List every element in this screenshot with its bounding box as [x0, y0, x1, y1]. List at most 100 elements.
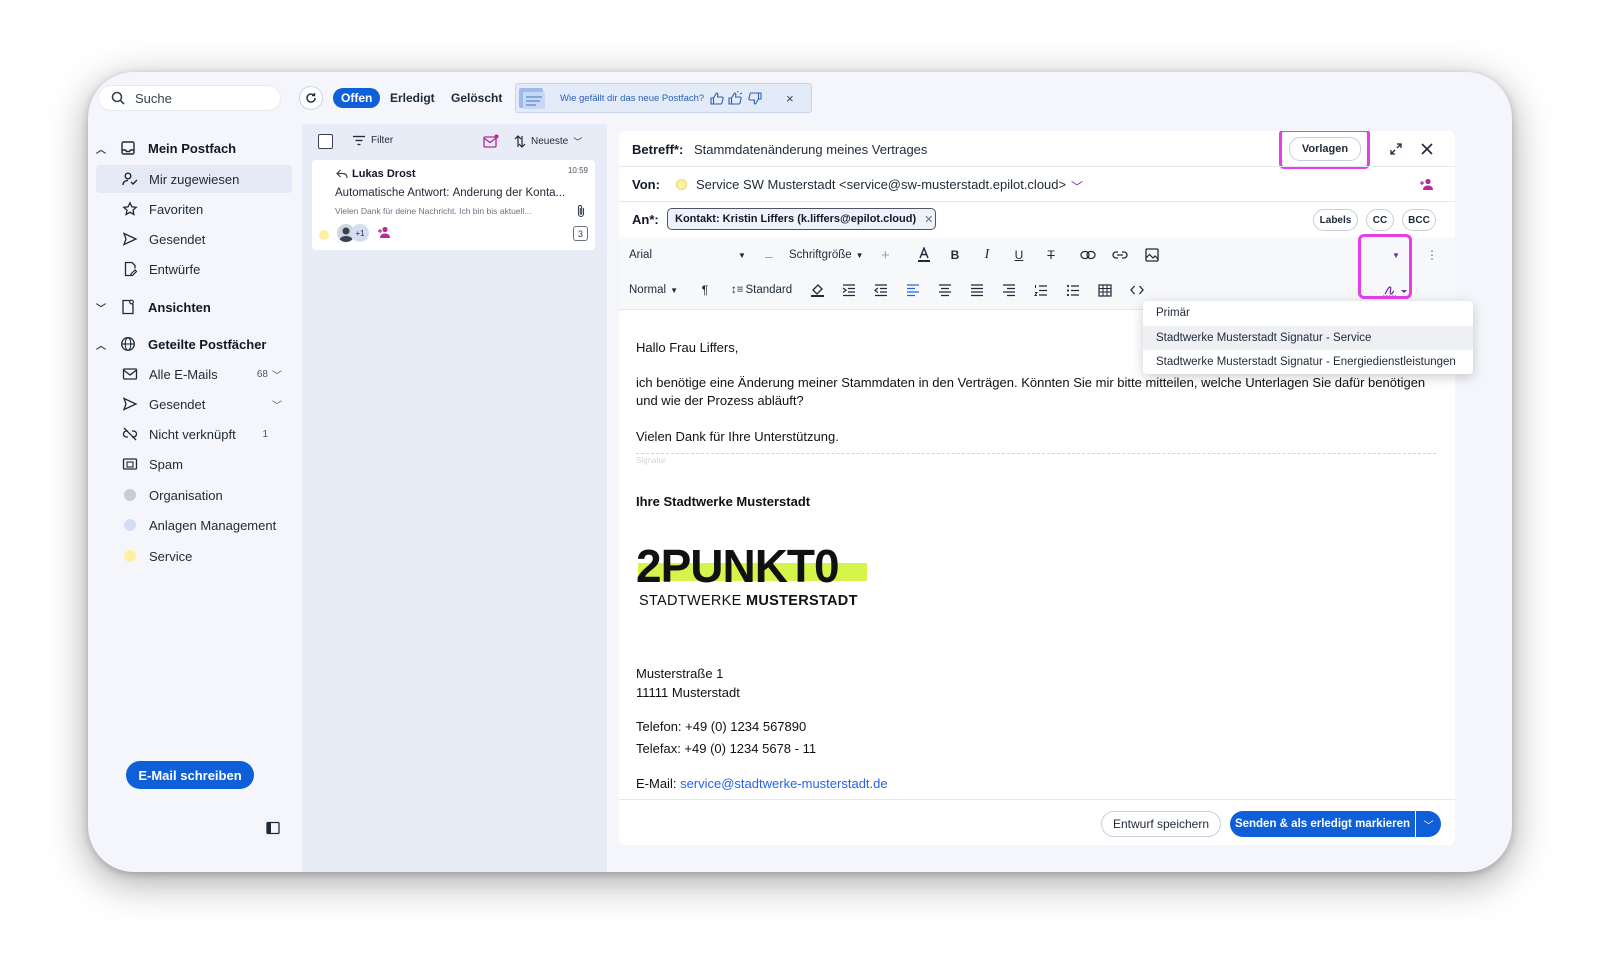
sort-icon [514, 135, 526, 148]
italic-icon[interactable]: I [978, 246, 996, 264]
recipient-chip[interactable]: Kontakt: Kristin Liffers (k.liffers@epil… [667, 208, 936, 230]
align-justify-icon[interactable] [968, 281, 986, 299]
spam-icon [122, 456, 138, 472]
underline-icon[interactable]: U [1010, 246, 1028, 264]
expand-icon[interactable] [1389, 142, 1403, 156]
sort-button[interactable]: Neueste ﹀ [514, 135, 582, 148]
signature-option-service[interactable]: Stadtwerke Musterstadt Signatur - Servic… [1143, 325, 1473, 350]
section-shared-mailboxes[interactable]: ︿ Geteilte Postfächer [96, 330, 267, 358]
tab-open[interactable]: Offen [333, 88, 381, 108]
font-family-select[interactable]: Arial ▼ [629, 249, 746, 261]
font-size-select[interactable]: Schriftgröße ▼ [789, 249, 864, 261]
thumbs-up-icon[interactable] [710, 91, 724, 105]
chevron-down-icon[interactable]: ﹀ [272, 397, 282, 412]
align-left-icon[interactable] [904, 281, 922, 299]
sidebar-item-spam[interactable]: Spam [96, 450, 292, 478]
table-icon[interactable] [1096, 281, 1114, 299]
body-greeting[interactable]: Hallo Frau Liffers, [636, 339, 738, 357]
sidebar-item-all-mails[interactable]: Alle E-Mails 68 ﹀ [96, 360, 292, 388]
section-views[interactable]: ﹀ Ansichten [96, 293, 211, 321]
refresh-button[interactable] [299, 86, 323, 110]
highlight-color-icon[interactable] [808, 281, 826, 299]
add-recipient-icon[interactable] [1419, 178, 1434, 190]
compose-button[interactable]: E-Mail schreiben [126, 761, 254, 789]
paragraph-style-value: Normal [629, 284, 667, 296]
body-closing[interactable]: Vielen Dank für Ihre Unterstützung. [636, 428, 839, 446]
sort-label: Neueste [531, 136, 569, 147]
tab-deleted[interactable]: Gelöscht [443, 88, 510, 108]
globe-icon [120, 336, 138, 352]
tab-done[interactable]: Erledigt [382, 88, 443, 108]
sidebar-item-service[interactable]: Service [96, 542, 292, 570]
caret-down-icon: ▼ [855, 250, 864, 260]
code-view-icon[interactable] [1128, 281, 1146, 299]
close-icon[interactable] [1420, 142, 1434, 156]
send-options-button[interactable]: ﹀ [1416, 811, 1441, 837]
paragraph-style-select[interactable]: Normal ▼ [629, 284, 678, 296]
mark-unread-icon[interactable] [483, 134, 499, 148]
indent-decrease-icon[interactable] [872, 281, 890, 299]
bullet-list-icon[interactable] [1064, 281, 1082, 299]
save-draft-button[interactable]: Entwurf speichern [1101, 811, 1221, 837]
sidebar-item-label: Organisation [149, 487, 223, 503]
align-center-icon[interactable] [936, 281, 954, 299]
image-icon[interactable] [1143, 246, 1161, 264]
signature-option-primary[interactable]: Primär [1143, 301, 1473, 326]
views-icon [120, 299, 138, 315]
sidebar-item-asset-management[interactable]: Anlagen Management [96, 511, 292, 539]
sidebar-item-organisation[interactable]: Organisation [96, 481, 292, 509]
sidebar-item-label: Spam [149, 456, 183, 472]
bcc-button[interactable]: BCC [1402, 209, 1436, 231]
line-height-select[interactable]: ↕≡ Standard [731, 284, 792, 296]
more-options-icon[interactable]: ⋮ [1423, 246, 1441, 264]
double-thumbs-up-icon[interactable] [728, 91, 744, 105]
sidebar-item-unlinked[interactable]: Nicht verknüpft 1 [96, 420, 292, 448]
sidebar-toggle-icon[interactable] [266, 821, 280, 835]
text-color-icon[interactable] [915, 246, 933, 264]
increase-font-size-button[interactable]: + [881, 247, 890, 264]
sidebar-item-shared-sent[interactable]: Gesendet ﹀ [96, 390, 292, 418]
chevron-down-icon[interactable]: ﹀ [1071, 178, 1083, 195]
sidebar-item-drafts[interactable]: Entwürfe [96, 255, 292, 283]
caret-down-icon: ▼ [670, 285, 678, 295]
sidebar-item-assigned[interactable]: Mir zugewiesen [96, 165, 292, 193]
chevron-down-icon: ﹀ [573, 137, 583, 147]
strikethrough-icon[interactable]: T [1042, 246, 1060, 264]
feedback-close-button[interactable]: × [786, 91, 794, 106]
from-field[interactable]: Service SW Musterstadt <service@sw-muste… [696, 177, 1066, 192]
section-my-mailbox[interactable]: ︿ Mein Postfach [96, 134, 236, 162]
sidebar-item-sent[interactable]: Gesendet [96, 225, 292, 253]
sidebar-item-label: Favoriten [149, 201, 204, 217]
divider [619, 799, 1455, 800]
filter-button[interactable]: Filter [352, 135, 393, 146]
indent-increase-icon[interactable] [840, 281, 858, 299]
align-right-icon[interactable] [1000, 281, 1018, 299]
labels-button[interactable]: Labels [1313, 209, 1358, 231]
sidebar-item-favorites[interactable]: Favoriten [96, 195, 292, 223]
link-alt-icon[interactable] [1111, 246, 1129, 264]
decrease-font-size-button[interactable]: – [765, 248, 773, 264]
subject-field[interactable]: Stammdatenänderung meines Vertrages [694, 142, 927, 157]
logo-sub-light: STADTWERKE [639, 593, 746, 609]
remove-recipient-icon[interactable]: ✕ [924, 213, 933, 226]
assign-user-icon[interactable] [377, 226, 391, 238]
paragraph-mark-icon[interactable]: ¶ [696, 281, 714, 299]
thumbs-down-icon[interactable] [748, 91, 762, 105]
select-all-checkbox[interactable] [318, 134, 333, 149]
list-item[interactable]: Lukas Drost 10:59 Automatische Antwort: … [312, 160, 595, 250]
chevron-down-icon[interactable]: ﹀ [272, 367, 282, 382]
bold-icon[interactable]: B [946, 246, 964, 264]
signature-email-link[interactable]: service@stadtwerke-musterstadt.de [680, 776, 888, 791]
numbered-list-icon[interactable] [1032, 281, 1050, 299]
highlight-signature-controls [1358, 234, 1412, 299]
reply-icon [336, 169, 348, 179]
link-icon[interactable] [1079, 246, 1097, 264]
signature-option-energy[interactable]: Stadtwerke Musterstadt Signatur - Energi… [1143, 350, 1473, 375]
search-input[interactable]: Suche [98, 85, 281, 111]
body-paragraph[interactable]: ich benötige eine Änderung meiner Stammd… [636, 374, 1426, 410]
sidebar-item-label: Service [149, 548, 193, 564]
send-and-done-button[interactable]: Senden & als erledigt markieren [1230, 811, 1415, 837]
cc-button[interactable]: CC [1366, 209, 1394, 231]
send-icon [122, 231, 138, 247]
logo-wordmark: 2PUNKT0 [636, 540, 840, 592]
